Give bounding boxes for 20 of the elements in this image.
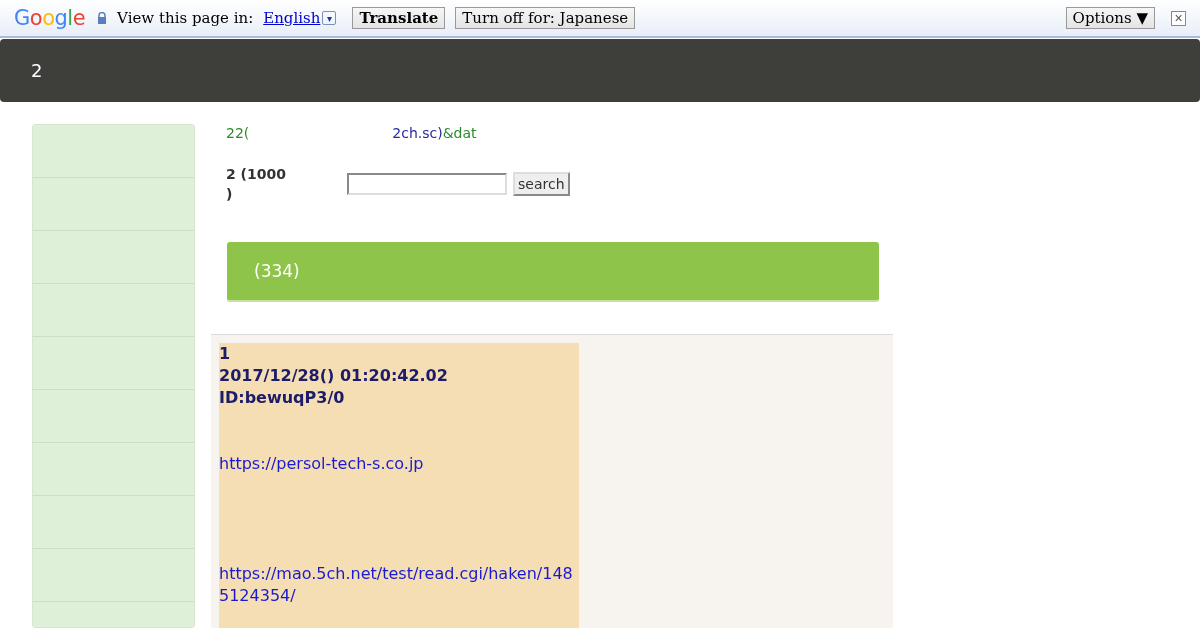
post-id: ID:bewuqP3/0 — [219, 387, 346, 409]
translate-prompt: View this page in: — [117, 9, 254, 27]
header-title: 2 — [31, 60, 43, 81]
close-button[interactable]: × — [1171, 10, 1186, 26]
translate-button[interactable]: Translate — [352, 7, 446, 29]
turn-off-button[interactable]: Turn off for: Japanese — [455, 7, 636, 29]
post-link[interactable]: https://mao.5ch.net/test/read.cgi/haken/1485124354/ — [219, 563, 579, 607]
intro-text: 22( — [226, 124, 250, 142]
post-date: 2017/12/28() 01:20:42.02 — [219, 365, 449, 387]
search-label: 2 (1000 ) — [226, 165, 287, 204]
intro-link[interactable]: 2ch.sc) — [392, 124, 443, 142]
language-link[interactable]: English — [263, 9, 321, 27]
post-number: 1 — [219, 343, 232, 365]
options-button[interactable]: Options ▼ — [1065, 7, 1155, 29]
thread-title: (334) — [254, 261, 300, 281]
post-link[interactable]: https://persol-tech-s.co.jp — [219, 453, 579, 475]
language-dropdown[interactable]: ▾ — [322, 11, 337, 25]
search-button[interactable]: search — [513, 172, 570, 196]
google-logo: Google — [14, 6, 86, 30]
intro-text: &dat — [442, 124, 477, 142]
